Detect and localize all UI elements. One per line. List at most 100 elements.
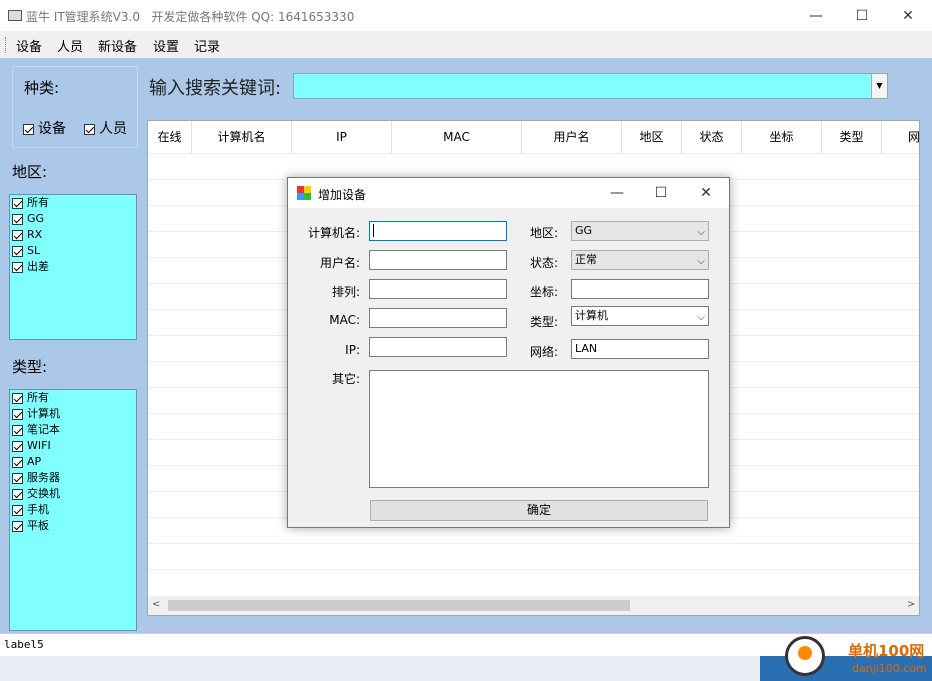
column-header[interactable]: 类型 bbox=[822, 121, 882, 153]
app-icon bbox=[8, 10, 22, 21]
check-icon bbox=[12, 229, 23, 241]
background-window bbox=[0, 656, 760, 681]
check-icon bbox=[12, 472, 23, 484]
chevron-down-icon: ⌵ bbox=[697, 312, 705, 323]
list-item[interactable]: WIFI bbox=[10, 438, 136, 454]
menu-settings[interactable]: 设置 bbox=[153, 36, 179, 55]
list-item[interactable]: AP bbox=[10, 454, 136, 470]
column-header[interactable]: 网 bbox=[882, 121, 919, 153]
user-name-label: 用户名: bbox=[319, 256, 360, 270]
user-name-field[interactable] bbox=[369, 250, 507, 270]
ip-field[interactable] bbox=[369, 337, 507, 357]
watermark-text: 单机100网 bbox=[848, 642, 925, 660]
type-list[interactable]: 所有 计算机 笔记本 WIFI AP 服务器 交换机 手机 平板 bbox=[9, 389, 137, 631]
check-icon bbox=[12, 520, 23, 532]
scroll-left-icon[interactable]: < bbox=[152, 599, 160, 610]
menu-records[interactable]: 记录 bbox=[194, 36, 220, 55]
check-icon bbox=[12, 440, 23, 452]
scroll-right-icon[interactable]: > bbox=[907, 599, 915, 610]
region-field-label: 地区: bbox=[530, 226, 559, 240]
title-bar: 蓝牛 IT管理系统V3.0 开发定做各种软件 QQ: 1641653330 — … bbox=[0, 0, 932, 31]
category-device-checkbox[interactable]: 设备 bbox=[23, 118, 66, 138]
order-field[interactable] bbox=[369, 279, 507, 299]
status-label: label5 bbox=[4, 638, 44, 651]
column-header[interactable]: 用户名 bbox=[522, 121, 622, 153]
menu-person[interactable]: 人员 bbox=[57, 36, 83, 55]
check-icon bbox=[12, 245, 23, 257]
menu-new-device[interactable]: 新设备 bbox=[98, 36, 137, 55]
text-cursor bbox=[373, 224, 374, 237]
coord-field-label: 坐标: bbox=[530, 285, 559, 299]
type-field-label: 类型: bbox=[530, 315, 559, 329]
category-person-checkbox[interactable]: 人员 bbox=[84, 118, 127, 138]
column-header[interactable]: 坐标 bbox=[742, 121, 822, 153]
row-divider bbox=[148, 153, 919, 154]
column-header[interactable]: 状态 bbox=[682, 121, 742, 153]
region-label: 地区: bbox=[12, 163, 48, 181]
dialog-app-icon bbox=[297, 186, 311, 200]
list-item[interactable]: 手机 bbox=[10, 502, 136, 518]
watermark-url: danji100.com bbox=[852, 662, 927, 675]
dialog-close-button[interactable]: ✕ bbox=[683, 178, 729, 208]
order-label: 排列: bbox=[331, 285, 360, 299]
check-icon bbox=[23, 123, 34, 135]
list-item[interactable]: RX bbox=[10, 227, 136, 243]
check-icon bbox=[12, 213, 23, 225]
confirm-button[interactable]: 确定 bbox=[370, 500, 708, 521]
list-item[interactable]: 服务器 bbox=[10, 470, 136, 486]
list-item[interactable]: 交换机 bbox=[10, 486, 136, 502]
list-item[interactable]: 所有 bbox=[10, 195, 136, 211]
type-select[interactable]: 计算机 ⌵ bbox=[571, 306, 709, 326]
dropdown-arrow-icon[interactable]: ▼ bbox=[871, 74, 887, 98]
horizontal-scrollbar[interactable]: < > bbox=[148, 596, 919, 615]
check-icon bbox=[12, 261, 23, 273]
list-item[interactable]: 笔记本 bbox=[10, 422, 136, 438]
column-header[interactable]: 地区 bbox=[622, 121, 682, 153]
column-header[interactable]: MAC bbox=[392, 121, 522, 153]
search-combo[interactable]: ▼ bbox=[293, 73, 888, 99]
list-item[interactable]: SL bbox=[10, 243, 136, 259]
column-header[interactable]: 在线 bbox=[148, 121, 192, 153]
menu-device[interactable]: 设备 bbox=[16, 36, 42, 55]
window-title: 蓝牛 IT管理系统V3.0 开发定做各种软件 QQ: 1641653330 bbox=[26, 10, 355, 24]
dialog-title: 增加设备 bbox=[318, 188, 367, 202]
check-icon bbox=[12, 424, 23, 436]
menu-grip bbox=[5, 37, 7, 53]
computer-name-field[interactable] bbox=[369, 221, 507, 241]
dialog-maximize-button[interactable]: ☐ bbox=[638, 178, 684, 208]
list-item[interactable]: 所有 bbox=[10, 390, 136, 406]
check-icon bbox=[12, 392, 23, 404]
add-device-dialog: 增加设备 — ☐ ✕ 计算机名: 用户名: 排列: MAC: IP: 其它: 地… bbox=[287, 177, 730, 528]
mac-label: MAC: bbox=[329, 313, 360, 327]
check-icon bbox=[12, 456, 23, 468]
mac-field[interactable] bbox=[369, 308, 507, 328]
list-item[interactable]: GG bbox=[10, 211, 136, 227]
list-item[interactable]: 出差 bbox=[10, 259, 136, 275]
orange-dot-icon bbox=[798, 646, 812, 660]
dialog-title-bar: 增加设备 — ☐ ✕ bbox=[288, 178, 729, 208]
region-list[interactable]: 所有 GG RX SL 出差 bbox=[9, 194, 137, 340]
computer-name-label: 计算机名: bbox=[307, 226, 360, 240]
check-icon bbox=[12, 488, 23, 500]
column-header[interactable]: 计算机名 bbox=[192, 121, 292, 153]
coord-field[interactable] bbox=[571, 279, 709, 299]
close-button[interactable]: ✕ bbox=[885, 0, 931, 31]
network-field[interactable]: LAN bbox=[571, 339, 709, 359]
list-item[interactable]: 平板 bbox=[10, 518, 136, 534]
search-label: 输入搜索关键词: bbox=[149, 78, 282, 99]
list-item[interactable]: 计算机 bbox=[10, 406, 136, 422]
minimize-button[interactable]: — bbox=[793, 0, 839, 31]
network-field-label: 网络: bbox=[530, 345, 559, 359]
check-icon bbox=[12, 197, 23, 209]
check-icon bbox=[84, 123, 95, 135]
dialog-minimize-button[interactable]: — bbox=[594, 178, 640, 208]
menu-bar: 设备 人员 新设备 设置 记录 bbox=[0, 31, 932, 58]
other-textarea[interactable] bbox=[369, 370, 709, 488]
category-label: 种类: bbox=[24, 79, 60, 97]
column-header[interactable]: IP bbox=[292, 121, 392, 153]
status-select[interactable]: 正常 ⌵ bbox=[571, 250, 709, 270]
check-icon bbox=[12, 408, 23, 420]
maximize-button[interactable]: ☐ bbox=[839, 0, 885, 31]
region-select[interactable]: GG ⌵ bbox=[571, 221, 709, 241]
scrollbar-thumb[interactable] bbox=[168, 600, 630, 611]
